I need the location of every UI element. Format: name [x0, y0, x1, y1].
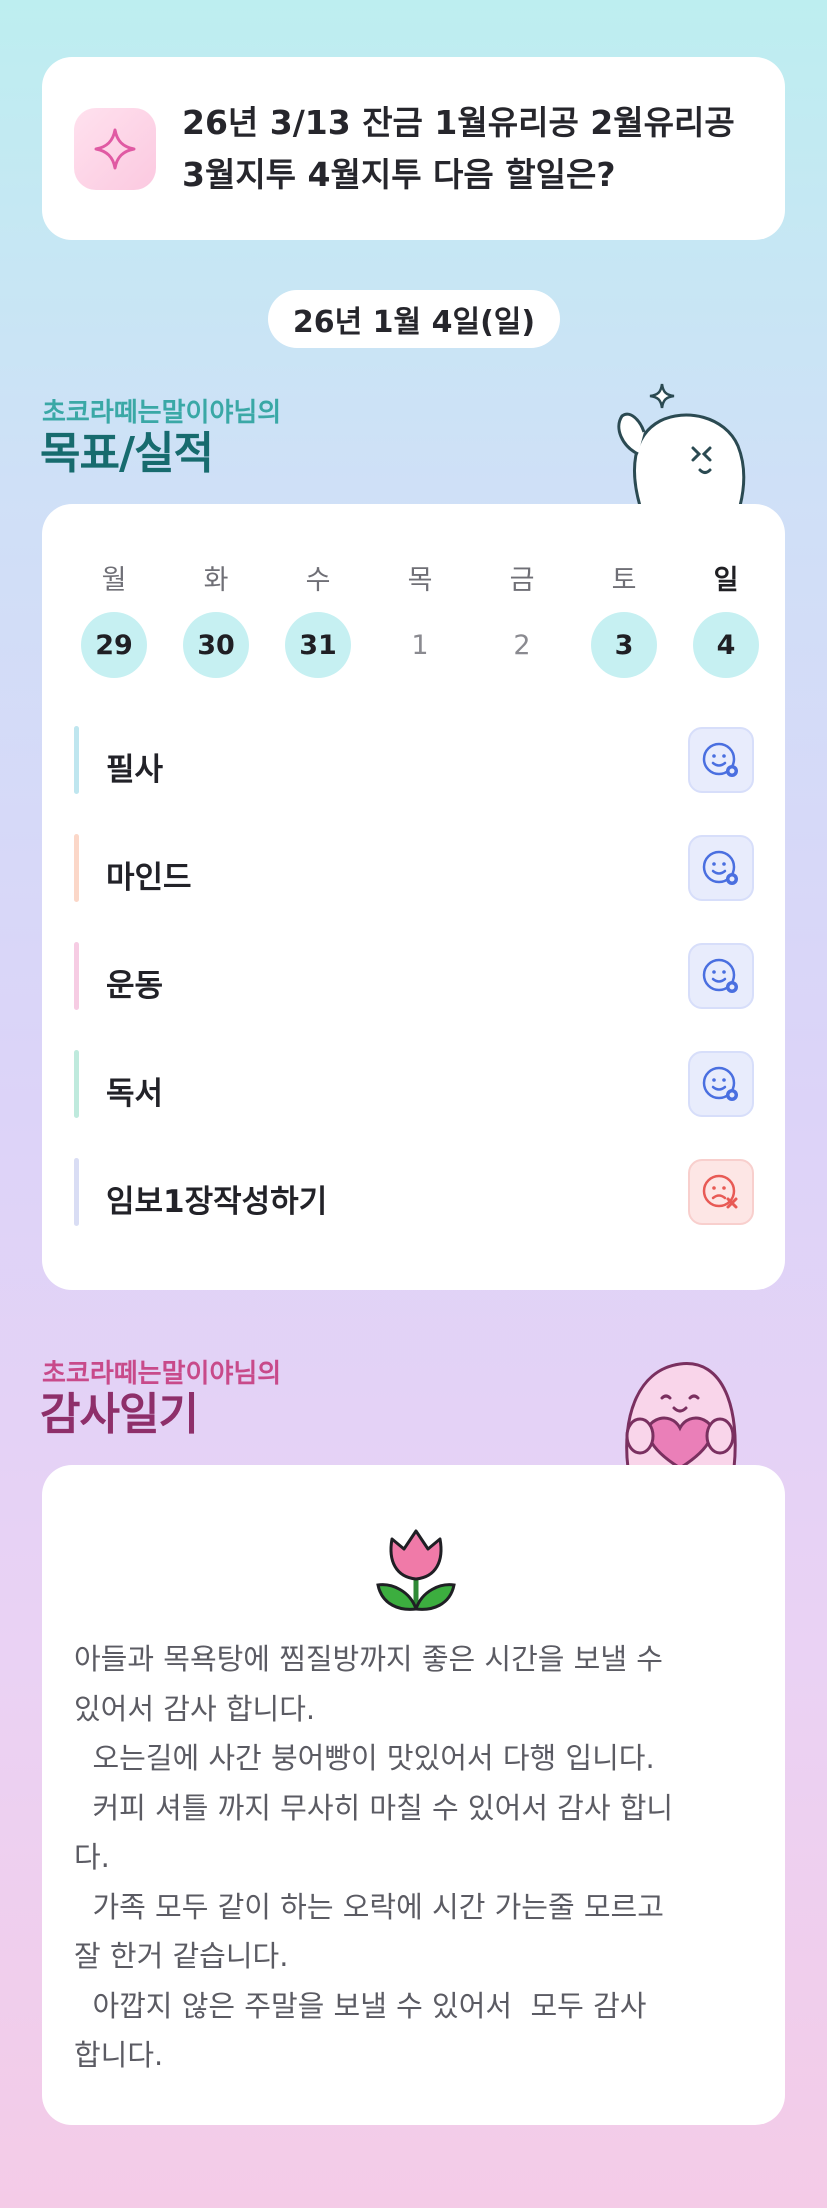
smile-icon[interactable]: [688, 727, 754, 793]
goals-card: 월 29 화 30 수 31 목 1 금 2 토 3 일 4 필사 마인드 운동…: [42, 504, 785, 1290]
goal-label: 독서: [106, 1076, 164, 1112]
day-number: 1: [411, 629, 429, 661]
day-name: 화: [203, 565, 229, 596]
day-name: 금: [509, 565, 535, 596]
goal-label: 필사: [106, 752, 164, 788]
sparkle-icon: [74, 107, 156, 190]
gratitude-title: 감사일기: [40, 1389, 199, 1440]
goal-row[interactable]: 독서: [74, 1050, 754, 1118]
day-number: 4: [693, 612, 759, 678]
gratitude-line: 오는길에 사간 붕어빵이 맛있어서 다행 입니다.: [74, 1741, 655, 1775]
day-name: 목: [407, 565, 433, 596]
question-card[interactable]: 26년 3/13 잔금 1월유리공 2월유리공 3월지투 4월지투 다음 할일은…: [42, 57, 785, 240]
goal-label: 운동: [106, 968, 164, 1004]
gratitude-line: 있어서 감사 합니다.: [74, 1691, 316, 1726]
gratitude-line: 아들과 목욕탕에 찜질방까지 좋은 시간을 보낼 수: [74, 1642, 663, 1676]
goal-row[interactable]: 필사: [74, 726, 754, 794]
gratitude-line: 다.: [74, 1840, 110, 1874]
day-number: 30: [183, 612, 249, 678]
gratitude-line: 잘 한거 같습니다.: [74, 1939, 289, 1973]
gratitude-entry-text: 아들과 목욕탕에 찜질방까지 좋은 시간을 보낼 수있어서 감사 합니다. 오는…: [74, 1635, 764, 2081]
heart-mascot-icon: [625, 1362, 737, 1468]
goal-label: 임보1장작성하기: [106, 1184, 328, 1220]
goal-color-bar: [74, 1158, 79, 1226]
day-number: 3: [591, 612, 657, 678]
tulip-icon: [376, 1529, 456, 1611]
day-name: 일: [713, 565, 739, 596]
day-name: 월: [101, 565, 127, 596]
gratitude-line: 커피 셔틀 까지 무사히 마칠 수 있어서 감사 합니: [74, 1790, 674, 1825]
smile-icon[interactable]: [688, 835, 754, 901]
gratitude-line: 합니다.: [74, 2038, 164, 2072]
goal-color-bar: [74, 942, 79, 1010]
gratitude-line: 아깝지 않은 주말을 보낼 수 있어서 모두 감사: [74, 1988, 647, 2023]
goal-row[interactable]: 마인드: [74, 834, 754, 902]
day-name: 수: [305, 565, 331, 596]
sad-icon[interactable]: [688, 1159, 754, 1225]
day-name: 토: [611, 565, 637, 596]
day-number: 29: [81, 612, 147, 678]
goal-label: 마인드: [106, 860, 192, 896]
gratitude-line: 가족 모두 같이 하는 오락에 시간 가는줄 모르고: [74, 1889, 664, 1924]
ghost-mascot-icon: [617, 383, 746, 506]
question-text: 26년 3/13 잔금 1월유리공 2월유리공 3월지투 4월지투 다음 할일은…: [182, 102, 735, 194]
date-selector[interactable]: 26년 1월 4일(일): [268, 290, 560, 348]
gratitude-card[interactable]: 아들과 목욕탕에 찜질방까지 좋은 시간을 보낼 수있어서 감사 합니다. 오는…: [42, 1465, 785, 2125]
day-number: 2: [513, 629, 531, 661]
goals-title: 목표/실적: [40, 428, 214, 479]
goal-color-bar: [74, 834, 79, 902]
goal-color-bar: [74, 1050, 79, 1118]
goal-row[interactable]: 운동: [74, 942, 754, 1010]
smile-icon[interactable]: [688, 1051, 754, 1117]
goal-row[interactable]: 임보1장작성하기: [74, 1158, 754, 1226]
goal-color-bar: [74, 726, 79, 794]
smile-icon[interactable]: [688, 943, 754, 1009]
day-number: 31: [285, 612, 351, 678]
